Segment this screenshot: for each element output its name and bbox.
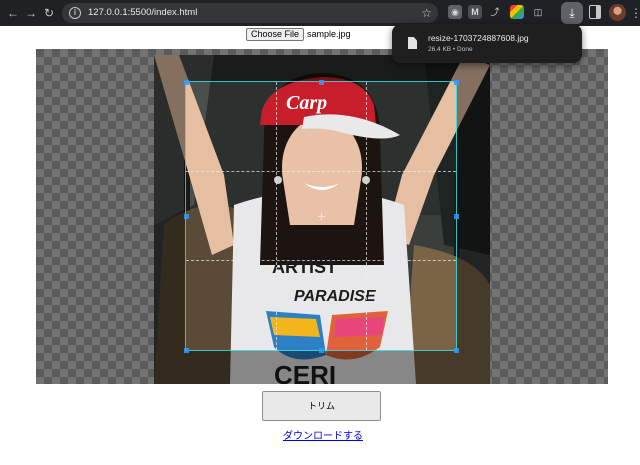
cropper-container[interactable] (36, 49, 608, 384)
crop-handle-s[interactable] (319, 348, 324, 353)
downloads-icon[interactable]: ⤓ (561, 2, 583, 24)
colorful-extension-icon[interactable] (510, 5, 524, 19)
side-panel-icon[interactable] (589, 5, 601, 19)
extensions-puzzle-icon[interactable]: ◫ (531, 5, 545, 19)
file-input[interactable]: Choose File sample.jpg (246, 28, 351, 42)
browser-toolbar: ← → ↻ i 127.0.0.1:5500/index.html ☆ ◉ M … (0, 0, 640, 26)
camera-extension-icon[interactable]: ◉ (448, 5, 462, 19)
choose-file-button[interactable]: Choose File (246, 28, 305, 41)
download-bubble: resize-1703724887608.jpg 26.4 KB • Done (392, 24, 582, 63)
crop-handle-n[interactable] (319, 80, 324, 85)
crop-handle-ne[interactable] (454, 80, 459, 85)
crop-guide-vertical (365, 82, 367, 350)
crop-guide-vertical (275, 82, 277, 350)
downloaded-file-name[interactable]: resize-1703724887608.jpg (428, 33, 529, 44)
forward-icon[interactable]: → (22, 4, 40, 22)
m-extension-icon[interactable]: M (468, 5, 482, 19)
crop-guide-horizontal (186, 171, 456, 173)
crop-handle-e[interactable] (454, 214, 459, 219)
trim-button[interactable]: トリム (262, 391, 381, 421)
reload-icon[interactable]: ↻ (40, 4, 58, 22)
kebab-menu-icon[interactable]: ⋮ (630, 4, 640, 22)
back-icon[interactable]: ← (4, 4, 22, 22)
redirect-extension-icon[interactable]: ⤴ (488, 5, 502, 19)
selected-file-name: sample.jpg (307, 29, 351, 39)
file-icon (408, 37, 417, 49)
site-info-icon[interactable]: i (69, 7, 81, 19)
crop-guide-horizontal (186, 260, 456, 262)
bookmark-star-icon[interactable]: ☆ (421, 4, 432, 22)
crop-handle-nw[interactable] (184, 80, 189, 85)
download-status: 26.4 KB • Done (428, 46, 473, 53)
url-text[interactable]: 127.0.0.1:5500/index.html (88, 6, 197, 20)
crop-handle-se[interactable] (454, 348, 459, 353)
profile-avatar[interactable] (609, 4, 626, 21)
crop-center-marker (318, 213, 325, 220)
download-link[interactable]: ダウンロードする (283, 430, 363, 444)
crop-handle-sw[interactable] (184, 348, 189, 353)
address-bar[interactable]: i 127.0.0.1:5500/index.html ☆ (62, 3, 438, 23)
crop-box[interactable] (184, 80, 459, 353)
crop-handle-w[interactable] (184, 214, 189, 219)
